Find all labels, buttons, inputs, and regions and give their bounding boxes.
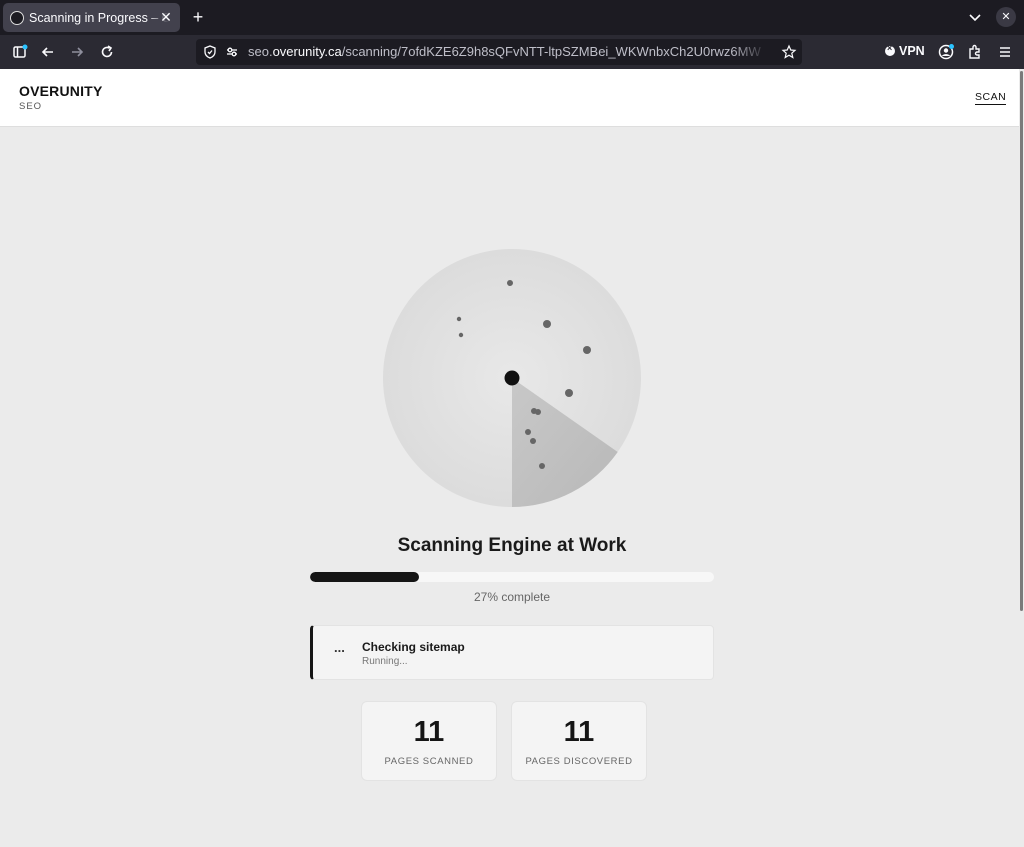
task-status: Running...	[362, 656, 408, 667]
page-scrollbar[interactable]	[1019, 69, 1024, 847]
url-text[interactable]: seo.overunity.ca/scanning/7ofdKZE6Z9h8sQ…	[248, 44, 768, 59]
radar-blip	[565, 389, 573, 397]
radar-scanner	[383, 249, 641, 507]
sidebar-icon[interactable]	[11, 43, 29, 61]
url-domain: overunity.ca	[272, 44, 342, 59]
radar-blip	[583, 346, 591, 354]
radar-blip	[525, 429, 531, 435]
account-icon[interactable]	[937, 43, 955, 61]
radar-blip	[539, 463, 545, 469]
vpn-label: VPN	[899, 44, 925, 58]
stat-card-pages-discovered: 11 PAGES DISCOVERED	[511, 701, 647, 781]
browser-tab[interactable]: Scanning in Progress – Overunity SEO ✕	[3, 3, 180, 32]
site-logo-sub: SEO	[19, 101, 43, 112]
radar-blip	[535, 409, 541, 415]
progress-text: 27% complete	[473, 590, 551, 604]
site-logo[interactable]: OVERUNITY	[19, 83, 102, 99]
back-arrow-icon[interactable]	[39, 43, 57, 61]
stat-value: 11	[413, 716, 445, 748]
radar-blip	[456, 316, 462, 322]
window-close-button[interactable]: ✕	[996, 7, 1016, 27]
task-title: Checking sitemap	[362, 640, 465, 654]
stat-label: PAGES SCANNED	[384, 756, 474, 767]
url-path: /scanning/7ofdKZE6Z9h8sQFvNTT-ltpSZMBei_…	[341, 44, 761, 59]
nav-scan-link[interactable]: SCAN	[975, 91, 1007, 105]
menu-icon[interactable]	[996, 43, 1014, 61]
scan-title: Scanning Engine at Work	[397, 535, 627, 556]
favicon-icon	[10, 10, 24, 25]
current-task-card: ... Checking sitemap Running...	[310, 625, 714, 680]
site-header: OVERUNITY SEO SCAN	[0, 69, 1019, 127]
reload-icon[interactable]	[98, 43, 116, 61]
stat-value: 11	[563, 716, 595, 748]
extensions-icon[interactable]	[966, 43, 984, 61]
forward-arrow-icon[interactable]	[68, 43, 86, 61]
chevron-down-icon[interactable]	[966, 8, 984, 26]
browser-nav-bar: seo.overunity.ca/scanning/7ofdKZE6Z9h8sQ…	[0, 35, 1024, 69]
browser-tab-bar: Scanning in Progress – Overunity SEO ✕ +…	[0, 0, 1024, 35]
vpn-status-icon	[885, 43, 895, 56]
radar-blip	[507, 280, 513, 286]
address-bar[interactable]: seo.overunity.ca/scanning/7ofdKZE6Z9h8sQ…	[196, 39, 802, 65]
bookmark-star-icon[interactable]	[781, 44, 797, 65]
progress-fill	[310, 572, 420, 582]
radar-blip	[530, 438, 536, 444]
radar-blip	[543, 320, 551, 328]
vpn-button[interactable]: VPN	[885, 43, 925, 58]
stat-label: PAGES DISCOVERED	[525, 756, 633, 767]
new-tab-button[interactable]: +	[189, 7, 207, 27]
radar-center	[504, 370, 520, 386]
radar-blip	[458, 332, 464, 338]
page-content: OVERUNITY SEO SCAN Scanning Engine at Wo…	[0, 69, 1019, 847]
tab-close-icon[interactable]: ✕	[158, 9, 174, 25]
task-indicator: ...	[334, 640, 345, 655]
progress-bar	[310, 572, 714, 582]
stat-card-pages-scanned: 11 PAGES SCANNED	[361, 701, 497, 781]
site-info-icon[interactable]	[224, 44, 240, 65]
scrollbar-thumb[interactable]	[1020, 71, 1023, 611]
url-prefix: seo.	[248, 44, 273, 59]
shield-icon[interactable]	[202, 44, 218, 65]
tab-title: Scanning in Progress – Overunity SEO	[29, 10, 169, 25]
